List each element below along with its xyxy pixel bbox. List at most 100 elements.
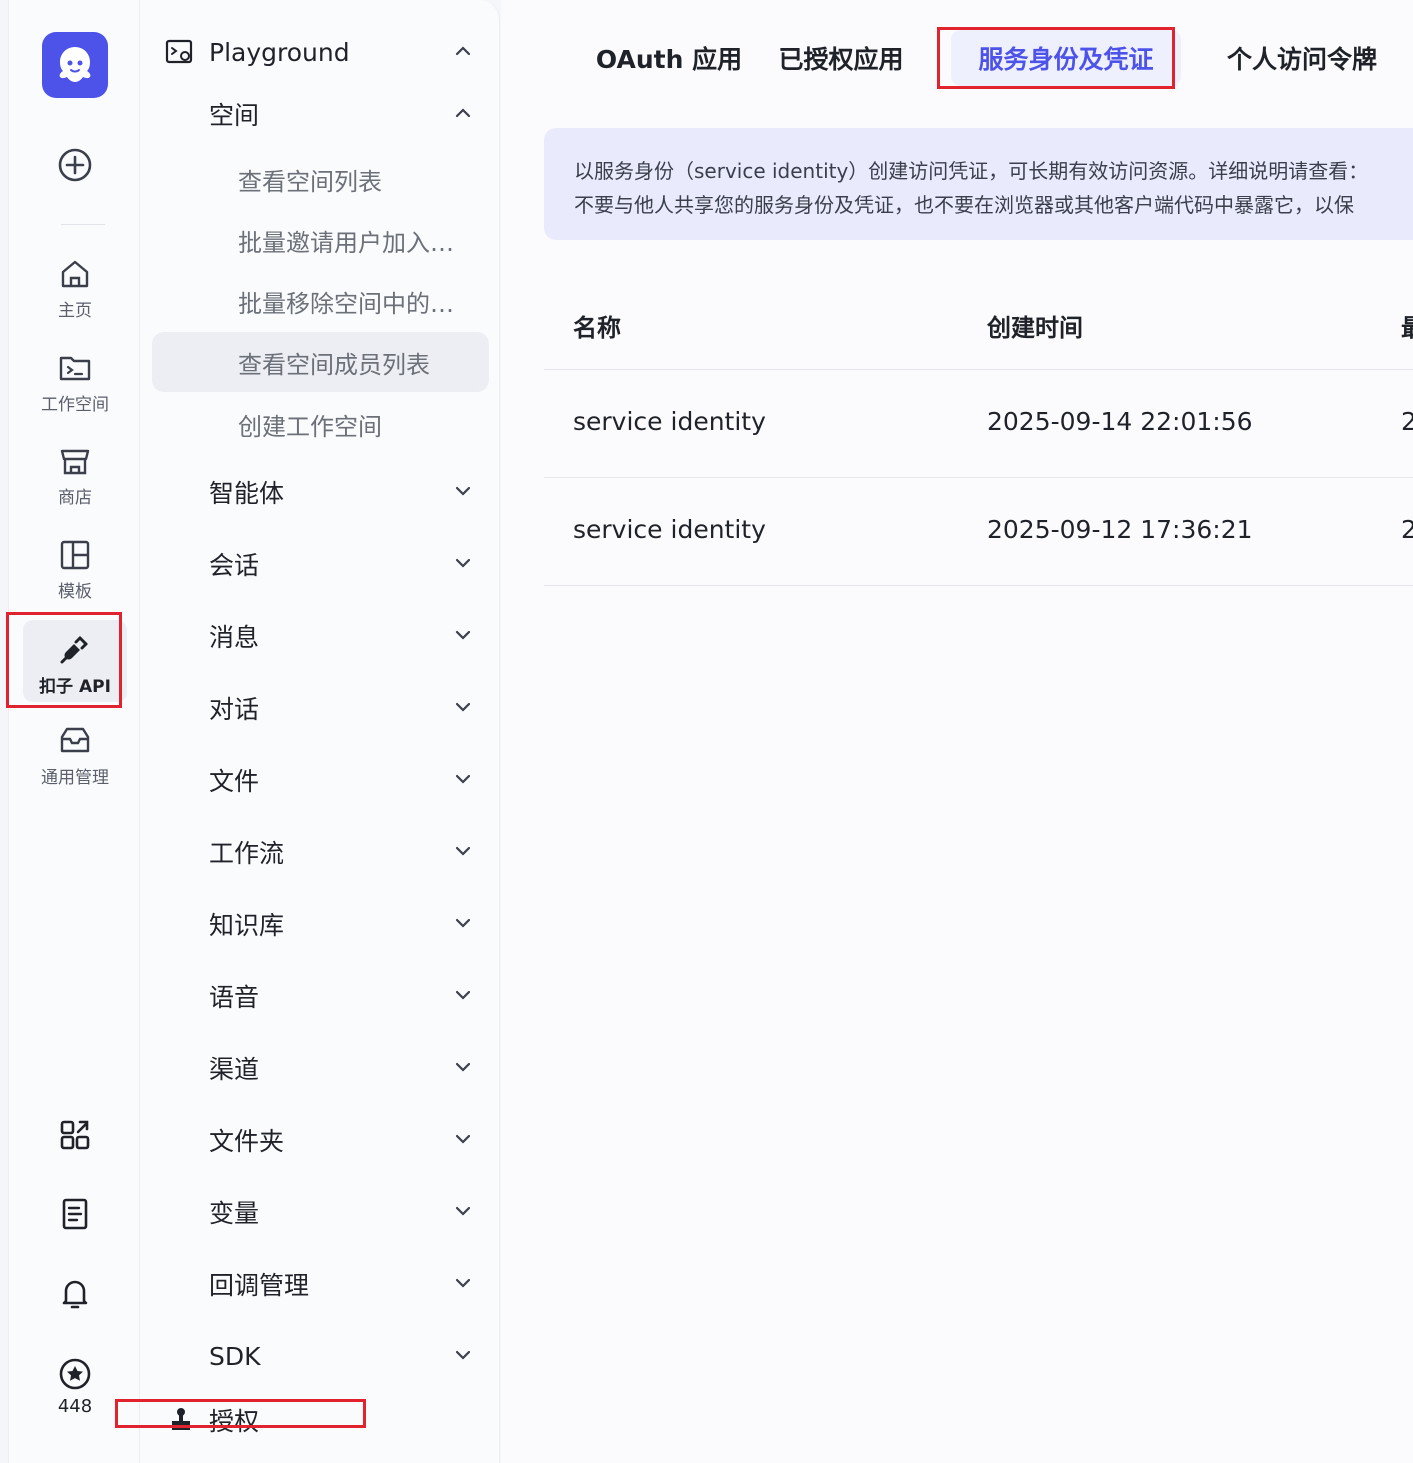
chevron-down-icon [455, 486, 471, 496]
nav-section-label: 文件 [209, 767, 260, 796]
cell-name: service identity [573, 515, 766, 544]
points-button[interactable]: 448 [23, 1356, 127, 1417]
plug-icon [60, 636, 88, 664]
nav-section-label: 工作流 [209, 839, 285, 868]
cell-name: service identity [573, 407, 766, 436]
chevron-down-icon [455, 990, 471, 1000]
nav-section-label: 知识库 [209, 911, 285, 940]
nav-section-label: 语音 [209, 983, 260, 1012]
nav-subitem-label: 查看空间成员列表 [238, 350, 430, 379]
nav-section[interactable]: 对话 [140, 682, 500, 734]
nav-subitem-active[interactable]: 查看空间成员列表 [140, 336, 500, 388]
template-icon [60, 540, 90, 570]
table-divider [544, 585, 1413, 586]
cell-created: 2025-09-14 22:01:56 [987, 407, 1253, 436]
tab-service-identity[interactable]: 服务身份及凭证 [951, 30, 1181, 86]
home-icon [61, 260, 89, 288]
rail-item-label: 商店 [58, 488, 92, 508]
document-icon [62, 1198, 88, 1230]
rail-item-templates[interactable]: 模板 [23, 537, 127, 602]
nav-item-space[interactable]: 空间 [140, 88, 500, 140]
chevron-down-icon [455, 918, 471, 928]
nav-section[interactable]: 消息 [140, 610, 500, 662]
nav-section-label: 变量 [209, 1199, 260, 1228]
table-divider [544, 477, 1413, 478]
nav-section[interactable]: 知识库 [140, 898, 500, 950]
nav-item-playground[interactable]: Playground [140, 26, 500, 78]
cell-truncated: 2 [1401, 407, 1413, 436]
nav-item-auth[interactable]: 授权 [140, 1394, 500, 1446]
rail-divider [61, 224, 105, 225]
rail-item-store[interactable]: 商店 [23, 443, 127, 508]
store-icon [60, 449, 90, 475]
info-banner: 以服务身份（service identity）创建访问凭证，可长期有效访问资源。… [544, 128, 1413, 240]
nav-section-label: 回调管理 [209, 1271, 310, 1300]
docs-button[interactable] [23, 1196, 127, 1232]
points-count: 448 [57, 1396, 93, 1417]
coze-logo[interactable] [42, 32, 108, 98]
nav-section[interactable]: 回调管理 [140, 1258, 500, 1310]
rail-item-label: 扣子 API [39, 677, 111, 697]
playground-icon [165, 39, 193, 64]
chevron-down-icon [455, 630, 471, 640]
create-button[interactable] [23, 146, 127, 184]
nav-section[interactable]: 文件 [140, 754, 500, 806]
chevron-up-icon [455, 108, 471, 118]
rail-item-general[interactable]: 通用管理 [23, 723, 127, 788]
nav-section[interactable]: 工作流 [140, 826, 500, 878]
nav-item-label: 授权 [209, 1407, 260, 1436]
nav-subitem[interactable]: 批量邀请用户加入… [140, 214, 500, 266]
chevron-down-icon [455, 846, 471, 856]
api-doc-nav: Playground 空间 查看空间列表 批量邀请用户加入… 批量移除空间中的…… [140, 0, 500, 1463]
chevron-down-icon [455, 702, 471, 712]
inbox-icon [60, 727, 90, 753]
nav-section[interactable]: 智能体 [140, 466, 500, 518]
nav-section[interactable]: 渠道 [140, 1042, 500, 1094]
nav-section[interactable]: 变量 [140, 1186, 500, 1238]
rail-item-workspace[interactable]: 工作空间 [23, 350, 127, 415]
nav-subitem-label: 创建工作空间 [238, 412, 382, 441]
chevron-down-icon [455, 1278, 471, 1288]
nav-section-label: 文件夹 [209, 1127, 285, 1156]
rail-item-label: 模板 [58, 582, 92, 602]
rail-item-label: 主页 [58, 301, 92, 321]
cell-truncated: 2 [1401, 515, 1413, 544]
chevron-down-icon [455, 1062, 471, 1072]
chevron-up-icon [455, 46, 471, 56]
chevron-down-icon [455, 558, 471, 568]
nav-section-label: SDK [209, 1341, 261, 1371]
apps-button[interactable] [23, 1117, 127, 1153]
plus-circle-icon [58, 148, 92, 182]
tab-oauth-apps[interactable]: OAuth 应用 [559, 30, 779, 86]
column-header-truncated: 最 [1401, 308, 1413, 343]
bell-icon [62, 1280, 88, 1309]
nav-section[interactable]: 会话 [140, 538, 500, 590]
info-line-2: 不要与他人共享您的服务身份及凭证，也不要在浏览器或其他客户端代码中暴露它，以保 [574, 193, 1354, 217]
nav-section-label: 消息 [209, 623, 260, 652]
info-line-1: 以服务身份（service identity）创建访问凭证，可长期有效访问资源。… [574, 159, 1369, 183]
nav-section-label: 会话 [209, 551, 260, 580]
chevron-down-icon [455, 1206, 471, 1216]
rail-item-api[interactable]: 扣子 API [23, 620, 127, 702]
column-header-name: 名称 [573, 314, 621, 342]
tab-personal-token[interactable]: 个人访问令牌 [1217, 30, 1387, 86]
terminal-icon [59, 356, 91, 381]
nav-item-label: 空间 [209, 101, 260, 130]
nav-subitem[interactable]: 创建工作空间 [140, 398, 500, 450]
rail-item-home[interactable]: 主页 [23, 256, 127, 321]
nav-subitem[interactable]: 查看空间列表 [140, 153, 500, 205]
nav-section[interactable]: 文件夹 [140, 1114, 500, 1166]
nav-section[interactable]: 语音 [140, 970, 500, 1022]
left-rail: 主页 工作空间 商店 模板 扣子 API 通用管理 448 [8, 0, 140, 1463]
nav-subitem[interactable]: 批量移除空间中的… [140, 275, 500, 327]
column-header-created: 创建时间 [987, 314, 1083, 342]
nav-subitem-label: 查看空间列表 [238, 167, 382, 196]
nav-section-label: 对话 [209, 695, 260, 724]
rail-item-label: 工作空间 [41, 395, 109, 415]
notifications-button[interactable] [23, 1275, 127, 1311]
nav-item-label: Playground [209, 37, 350, 67]
nav-subitem-label: 批量邀请用户加入… [238, 228, 454, 257]
tab-authorized-apps[interactable]: 已授权应用 [769, 30, 913, 86]
main-content: OAuth 应用 已授权应用 服务身份及凭证 个人访问令牌 以服务身份（serv… [501, 0, 1413, 1463]
nav-section[interactable]: SDK [140, 1330, 500, 1382]
